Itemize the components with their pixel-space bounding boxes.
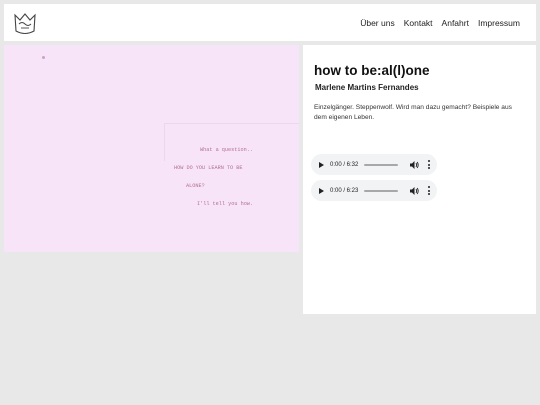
article-panel: how to be:al(l)one Marlene Martins Ferna… xyxy=(303,45,536,314)
logo-icon[interactable] xyxy=(12,11,38,37)
play-icon[interactable] xyxy=(319,161,324,168)
article-image: What a question.. HOW DO YOU LEARN TO BE… xyxy=(4,45,299,252)
audio-time: 0:00 / 6:32 xyxy=(330,161,359,168)
article-title: how to be:al(l)one xyxy=(314,63,430,78)
site-header: Über uns Kontakt Anfahrt Impressum xyxy=(4,4,536,41)
play-icon[interactable] xyxy=(319,187,324,194)
more-vert-icon[interactable] xyxy=(427,160,430,169)
volume-icon[interactable] xyxy=(410,160,420,169)
nav-link-anfahrt[interactable]: Anfahrt xyxy=(442,18,469,28)
nav-link-kontakt[interactable]: Kontakt xyxy=(404,18,433,28)
audio-progress-slider[interactable] xyxy=(364,163,399,166)
typed-line: What a question.. xyxy=(200,147,253,153)
paper-speck xyxy=(42,56,45,59)
typed-line: I'll tell you how. xyxy=(197,201,254,207)
typed-line: ALONE? xyxy=(186,183,205,189)
typed-line: HOW DO YOU LEARN TO BE xyxy=(174,165,243,171)
nav-link-ueber-uns[interactable]: Über uns xyxy=(360,18,395,28)
nav-link-impressum[interactable]: Impressum xyxy=(478,18,520,28)
audio-player: 0:00 / 6:32 xyxy=(311,154,437,175)
audio-player: 0:00 / 6:23 xyxy=(311,180,437,201)
typewriter-text: What a question.. HOW DO YOU LEARN TO BE… xyxy=(174,135,253,219)
article-author: Marlene Martins Fernandes xyxy=(315,83,419,92)
more-vert-icon[interactable] xyxy=(427,186,430,195)
main-nav: Über uns Kontakt Anfahrt Impressum xyxy=(360,18,520,28)
article-description: Einzelgänger. Steppenwolf. Wird man dazu… xyxy=(314,104,512,121)
volume-icon[interactable] xyxy=(410,186,420,195)
audio-progress-slider[interactable] xyxy=(364,189,399,192)
audio-time: 0:00 / 6:23 xyxy=(330,187,359,194)
